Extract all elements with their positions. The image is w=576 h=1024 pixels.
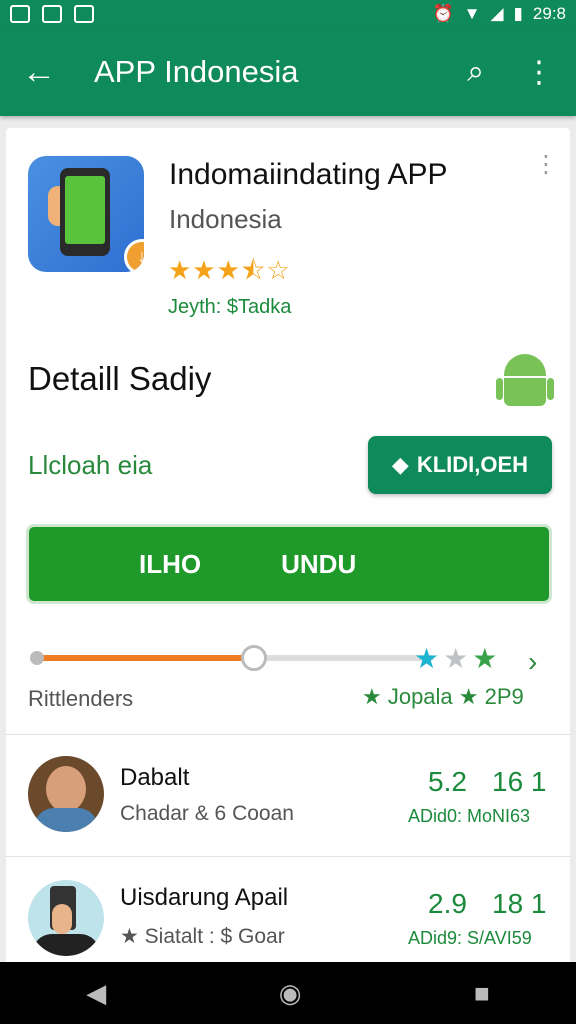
rating-slider-start: [30, 651, 44, 665]
overflow-menu-icon[interactable]: ⋮: [524, 55, 554, 90]
small-download-button[interactable]: ◆ KLIDI,OEH: [368, 436, 552, 494]
rating-stars: ★★★⯪☆: [168, 255, 291, 285]
system-nav-bar: ◀ ◉ ■: [0, 962, 576, 1024]
review-meta: ADid9: S/AVI59: [408, 928, 532, 948]
divider: [6, 734, 570, 735]
wifi-icon: ▼: [463, 4, 481, 23]
battery-icon: ▮: [513, 4, 523, 23]
phone-graphic: [60, 168, 110, 256]
app-meta: Jeyth: $Tadka: [168, 296, 292, 318]
alarm-icon: ⏰: [432, 4, 454, 23]
install-button[interactable]: ΙLΗΟ UNDU: [26, 524, 552, 604]
android-icon: [496, 354, 554, 410]
ratings-label: Rittlenders: [28, 686, 134, 711]
nav-home-icon[interactable]: ◉: [279, 978, 302, 1009]
photo-icon: [74, 5, 94, 23]
review-sub: ★ Siatalt : $ Goar: [120, 925, 285, 948]
section-title: Detaill Sadiy: [28, 360, 212, 397]
review-name: Uisdarung Apail: [120, 884, 289, 911]
avatar[interactable]: [28, 880, 104, 956]
status-time: 29:8: [532, 4, 566, 23]
app-name: Indomaiindating APP: [169, 158, 448, 191]
rating-slider-thumb[interactable]: [241, 645, 267, 671]
gallery-icon: [10, 5, 30, 23]
section-link[interactable]: Llcloah eia: [28, 450, 152, 481]
search-icon[interactable]: ⌕: [467, 55, 484, 89]
ratings-summary: ★ Jopala ★ 2P9: [362, 684, 524, 709]
back-arrow-icon[interactable]: ←: [22, 53, 56, 92]
review-score: 2.9: [428, 888, 467, 919]
toolbar-title: APP Indonesia: [94, 54, 299, 89]
review-score-2: 16 1: [492, 766, 547, 797]
download-badge-icon: ↓: [124, 239, 144, 272]
nav-back-icon[interactable]: ◀: [86, 978, 106, 1009]
app-icon: ↓: [28, 156, 144, 272]
nav-recents-icon[interactable]: ■: [474, 978, 490, 1009]
colored-stars: ★★★: [414, 642, 501, 675]
divider: [6, 856, 570, 857]
rating-slider-fill: [34, 655, 254, 661]
star-icon: ★: [443, 643, 473, 674]
drive-icon: [42, 5, 62, 23]
signal-icon: ◢: [490, 4, 504, 23]
status-bar: ⏰ ▼ ◢ ▮ 29:8: [0, 0, 576, 28]
app-toolbar: ← APP Indonesia ⌕ ⋮: [0, 28, 576, 116]
star-icon: ★: [414, 643, 444, 674]
star-icon: ★: [472, 643, 502, 674]
review-score-2: 18 1: [492, 888, 547, 919]
app-subtitle: Indonesia: [169, 204, 282, 234]
review-meta: ADid0: MoNI63: [408, 806, 531, 826]
avatar[interactable]: [28, 756, 104, 832]
install-button-right-label: UNDU: [281, 548, 357, 579]
card-menu-icon[interactable]: ⋮: [534, 153, 558, 177]
review-score: 5.2: [428, 766, 467, 797]
review-sub: Chadar & 6 Cooan: [120, 802, 294, 825]
chevron-right-icon[interactable]: ›: [528, 646, 537, 678]
review-name: Dabalt: [120, 764, 190, 791]
small-download-label: KLIDI,OEH: [416, 452, 529, 477]
tag-icon: ◆: [391, 452, 409, 477]
rating-slider[interactable]: [30, 645, 434, 671]
app-details-card: ↓ Indomaiindating APP Indonesia ★★★⯪☆ Je…: [6, 128, 570, 968]
install-button-left-label: ΙLΗΟ: [139, 548, 202, 579]
